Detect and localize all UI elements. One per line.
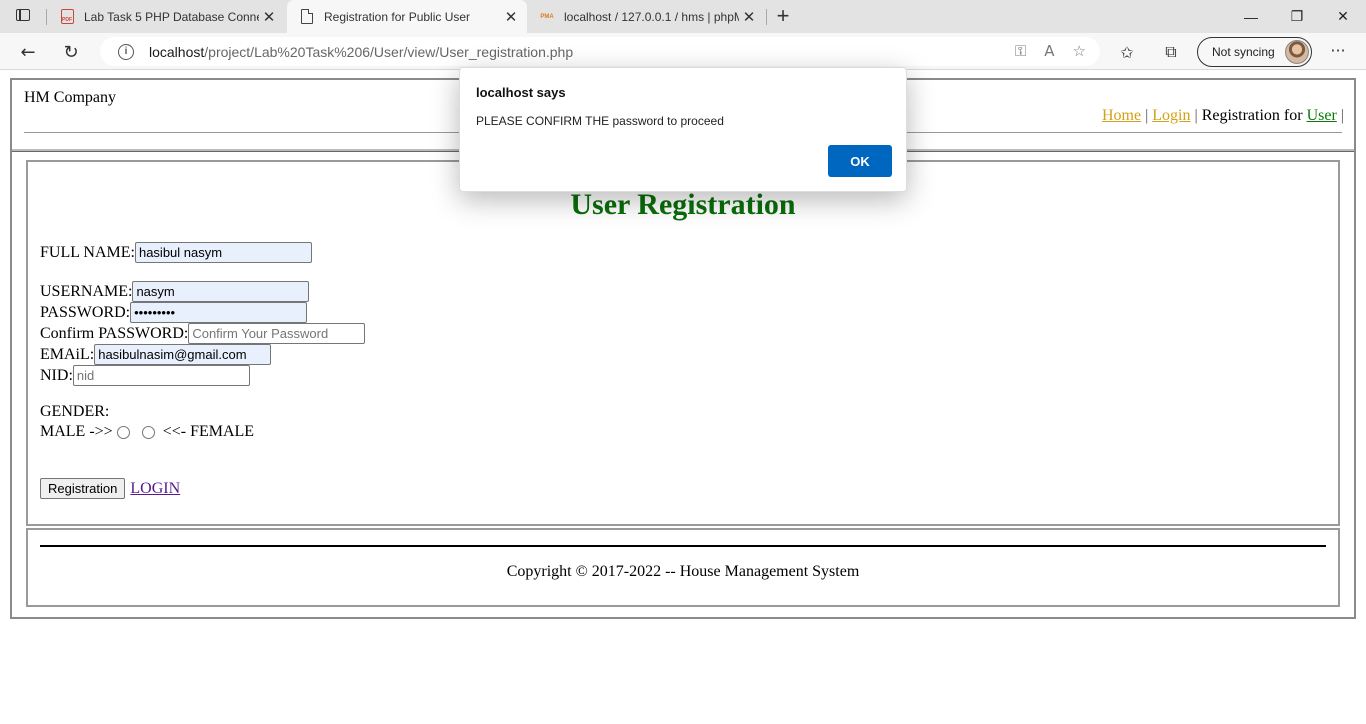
nav-separator: | [1340,107,1344,124]
gender-label: GENDER: [40,403,110,420]
nav-login-link[interactable]: Login [1152,107,1190,124]
confirm-password-input[interactable]: Confirm Your Password [188,323,366,344]
confirm-password-label: Confirm PASSWORD: [40,324,189,342]
email-input[interactable]: hasibulnasim@gmail.com [94,344,272,365]
nid-input[interactable]: nid [72,365,250,386]
favorites-icon[interactable]: ✩ [1115,40,1139,64]
document-icon [299,9,315,25]
nav-home-link[interactable]: Home [1102,107,1141,124]
registration-button[interactable]: Registration [40,478,126,499]
tab-phpmyadmin[interactable]: PMA localhost / 127.0.0.1 / hms | phpM ✕ [527,0,765,33]
tab-label: localhost / 127.0.0.1 / hms | phpM [564,9,739,24]
close-tab-icon[interactable]: ✕ [501,7,521,27]
more-options-icon[interactable]: ··· [1328,41,1348,61]
dialog-title: localhost says [476,85,566,100]
close-tab-icon[interactable]: ✕ [739,7,759,27]
add-favorite-icon[interactable]: ☆ [1073,42,1086,60]
url-text[interactable]: localhost/project/Lab%20Task%206/User/vi… [149,44,573,60]
close-window-button[interactable]: ✕ [1320,0,1366,33]
full-name-label: FULL NAME: [40,243,135,261]
tab-actions-menu-button[interactable] [14,7,34,25]
ok-button[interactable]: OK [828,145,892,177]
male-radio[interactable] [116,425,130,439]
info-icon[interactable]: i [118,43,134,60]
footer-divider [40,545,1326,547]
male-label: MALE ->> [40,423,113,440]
nav-registration-text: Registration for [1201,107,1303,124]
dialog-message: PLEASE CONFIRM THE password to proceed [476,114,724,128]
tab-registration[interactable]: Registration for Public User ✕ [287,0,527,33]
refresh-button[interactable]: ↻ [58,39,84,65]
alert-dialog: localhost says PLEASE CONFIRM THE passwo… [459,67,907,192]
phpmyadmin-icon: PMA [540,13,554,20]
address-bar-icons: ⚿ A ☆ [1015,42,1086,60]
key-icon[interactable]: ⚿ [1015,42,1026,60]
sync-status: Not syncing [1212,45,1275,59]
username-input[interactable]: nasym [132,281,310,302]
read-aloud-icon[interactable]: A [1044,42,1054,60]
top-navigation: Home | Login | Registration for User | [1102,107,1344,125]
gender-row: GENDER: [40,403,109,421]
profile-sync-button[interactable]: Not syncing [1197,37,1312,67]
full-name-input[interactable]: hasibul nasym [134,242,312,263]
password-label: PASSWORD: [40,303,131,321]
username-row: USERNAME: nasym [40,281,310,302]
registration-form: User Registration FULL NAME: hasibul nas… [26,160,1340,526]
pdf-icon: PDF [59,9,75,25]
username-label: USERNAME: [40,282,133,300]
female-radio[interactable] [141,425,155,439]
nid-row: NID: nid [40,365,250,386]
nid-label: NID: [40,366,73,384]
browser-tab-bar: PDF Lab Task 5 PHP Database Connec ✕ Reg… [0,0,1366,33]
address-toolbar: ← ↻ i localhost/project/Lab%20Task%206/U… [0,33,1366,70]
tab-label: Lab Task 5 PHP Database Connec [84,9,259,24]
company-name: HM Company [24,89,116,106]
restore-button[interactable]: ❐ [1274,0,1320,33]
full-name-row: FULL NAME: hasibul nasym [40,242,312,263]
tab-lab-task-5[interactable]: PDF Lab Task 5 PHP Database Connec ✕ [47,0,285,33]
avatar [1285,40,1309,64]
tab-label: Registration for Public User [324,9,471,24]
gender-options-row: MALE ->> <<- FEMALE [40,423,254,441]
close-tab-icon[interactable]: ✕ [259,7,279,27]
nav-separator: | [1145,107,1149,124]
page-title: User Registration [570,188,796,221]
email-label: EMAiL: [40,345,95,363]
female-label: <<- FEMALE [162,423,255,440]
confirm-password-row: Confirm PASSWORD: Confirm Your Password [40,323,366,344]
login-link[interactable]: LOGIN [130,480,180,498]
copyright-text: Copyright © 2017-2022 -- House Managemen… [506,563,860,580]
address-bar[interactable]: i localhost/project/Lab%20Task%206/User/… [100,37,1100,66]
tab-actions-icon [16,9,30,21]
actions-row: Registration LOGIN [40,478,180,499]
nav-user-link[interactable]: User [1307,107,1337,124]
email-row: EMAiL: hasibulnasim@gmail.com [40,344,272,365]
back-button[interactable]: ← [15,39,41,65]
password-input[interactable]: ••••••••• [130,302,308,323]
tab-divider [766,9,767,25]
minimize-button[interactable]: — [1228,0,1274,33]
collections-icon[interactable]: ⧉ [1159,40,1183,64]
site-footer: Copyright © 2017-2022 -- House Managemen… [26,528,1340,607]
password-row: PASSWORD: ••••••••• [40,302,308,323]
nav-separator: | [1194,107,1198,124]
new-tab-button[interactable]: + [772,5,794,28]
